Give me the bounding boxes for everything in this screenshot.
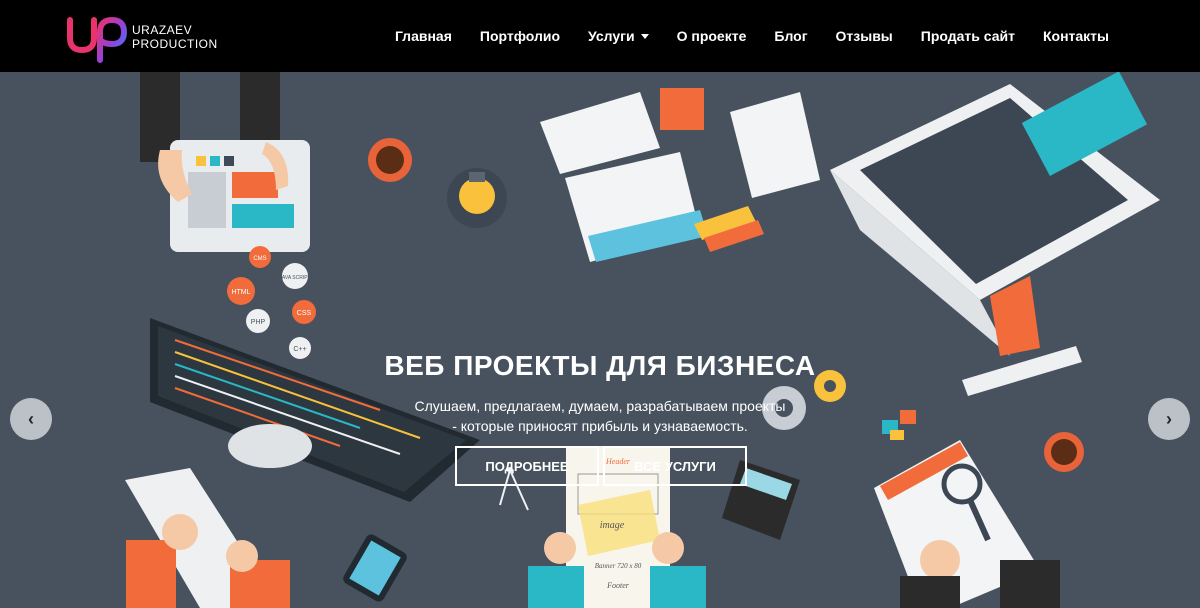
coffee-cup-2-illustration <box>1044 432 1084 472</box>
workspace-illustration: CMS HTML JAVA SCRIPT PHP CSS C++ Header … <box>125 72 1160 608</box>
carousel-prev-button[interactable]: ‹ <box>10 398 52 440</box>
magnifier-document-illustration <box>874 440 1060 608</box>
nav-item-reviews[interactable]: Отзывы <box>822 0 907 72</box>
brand-line1: URAZAEV <box>132 23 193 37</box>
tablet-illustration <box>140 72 310 252</box>
laptop-illustration <box>830 72 1160 356</box>
nav-item-sell-site[interactable]: Продать сайт <box>907 0 1029 72</box>
bubble-cms: CMS <box>253 256 266 262</box>
hero-title: ВЕБ ПРОЕКТЫ ДЛЯ БИЗНЕСА <box>384 350 816 381</box>
bubble-css: CSS <box>297 310 312 317</box>
phone-illustration <box>343 534 407 602</box>
caret-down-icon <box>640 33 649 39</box>
hero-subtitle-line1: Слушаем, предлагаем, думаем, разрабатыва… <box>414 398 786 414</box>
all-services-button[interactable]: ВСЕ УСЛУГИ <box>603 446 747 486</box>
hero-slider: CMS HTML JAVA SCRIPT PHP CSS C++ Header … <box>0 72 1200 608</box>
carousel-next-button[interactable]: › <box>1148 398 1190 440</box>
top-navbar: URAZAEV PRODUCTION Главная Портфолио Усл… <box>0 0 1200 72</box>
hero-subtitle: Слушаем, предлагаем, думаем, разрабатыва… <box>0 396 1200 436</box>
chevron-left-icon: ‹ <box>28 408 34 429</box>
nav-item-blog[interactable]: Блог <box>760 0 821 72</box>
coffee-cup-illustration <box>368 138 412 182</box>
brand-line2: PRODUCTION <box>132 37 218 51</box>
chevron-right-icon: › <box>1166 408 1172 429</box>
hero-buttons: ПОДРОБНЕЕ ВСЕ УСЛУГИ <box>455 446 747 486</box>
nav-item-services-label: Услуги <box>588 28 635 44</box>
wireframe-footer: Footer <box>606 581 630 590</box>
nav-item-portfolio[interactable]: Портфолио <box>466 0 574 72</box>
main-menu: Главная Портфолио Услуги О проекте Блог … <box>381 0 1123 72</box>
documents-illustration <box>540 88 820 262</box>
hero-text: ВЕБ ПРОЕКТЫ ДЛЯ БИЗНЕСА Слушаем, предлаг… <box>0 350 1200 436</box>
nav-item-home[interactable]: Главная <box>381 0 466 72</box>
nav-item-services[interactable]: Услуги <box>574 0 663 72</box>
wireframe-banner: Banner 720 x 80 <box>595 562 642 570</box>
keyboard-illustration <box>125 468 290 608</box>
light-bulb-illustration <box>447 168 507 228</box>
wireframe-image: image <box>600 520 625 531</box>
bubble-html: HTML <box>231 289 250 296</box>
logo[interactable]: URAZAEV PRODUCTION <box>64 10 244 64</box>
logo-icon <box>67 16 128 63</box>
hero-subtitle-line2: - которые приносят прибыль и узнаваемост… <box>452 418 748 434</box>
more-button[interactable]: ПОДРОБНЕЕ <box>455 446 599 486</box>
brand-name: URAZAEV PRODUCTION <box>132 23 218 51</box>
nav-item-about[interactable]: О проекте <box>663 0 761 72</box>
tech-bubbles: CMS HTML JAVA SCRIPT PHP CSS C++ <box>227 246 316 359</box>
bubble-js: JAVA SCRIPT <box>279 275 310 281</box>
nav-item-contacts[interactable]: Контакты <box>1029 0 1123 72</box>
bubble-php: PHP <box>251 319 266 326</box>
